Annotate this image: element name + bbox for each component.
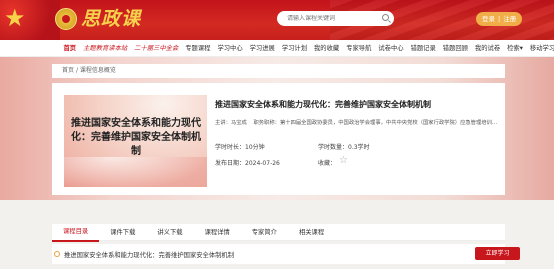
nav-item-mobile-learning[interactable]: 移动学习 <box>526 40 554 57</box>
nav-item-wrong-records[interactable]: 错题记录 <box>407 40 439 57</box>
auth-separator: | <box>498 15 501 23</box>
nav-item-theme-education[interactable]: 主题教育读本站 <box>80 40 131 57</box>
nav-item-special-courses[interactable]: 专题课程 <box>182 40 214 57</box>
course-duration: 学时时长：10分钟 <box>215 144 265 151</box>
lesson-title[interactable]: 推进国家安全体系和能力现代化：完善维护国家安全体制机制 <box>64 250 234 259</box>
star-icon: ★ <box>4 4 26 32</box>
breadcrumb-separator: / <box>75 67 78 74</box>
nav-item-my-exams[interactable]: 我的试卷 <box>471 40 503 57</box>
thumbnail-title: 推进国家安全体系和能力现代化：完善维护国家安全体制机制 <box>71 118 201 157</box>
register-link[interactable]: 注册 <box>503 12 516 26</box>
auth-buttons: 登录 | 注册 <box>476 12 523 26</box>
course-title: 推进国家安全体系和能力现代化：完善维护国家安全体制机制 <box>215 100 431 109</box>
course-publish-date: 发布日期：2024-07-26 <box>215 160 280 167</box>
search-input[interactable] <box>287 15 377 22</box>
search-icon[interactable] <box>382 14 389 21</box>
tab-course-details[interactable]: 课程详情 <box>194 224 241 241</box>
course-credit: 学时数量：0.3学时 <box>318 144 370 151</box>
tab-expert-intro[interactable]: 专家简介 <box>241 224 288 241</box>
breadcrumb: 首页 / 课程信息概览 <box>52 64 505 78</box>
course-tabs: 课程目录 课件下载 讲义下载 课程详情 专家简介 相关课程 <box>52 223 505 242</box>
nav-item-search[interactable]: 检索▾ <box>504 40 527 57</box>
favorite-label: 收藏： <box>318 160 337 167</box>
tab-handout-download[interactable]: 讲义下载 <box>146 224 193 241</box>
party-emblem-icon <box>55 8 77 30</box>
breadcrumb-home[interactable]: 首页 <box>62 67 74 74</box>
course-speaker: 主讲：马宝成 <box>215 120 247 126</box>
tab-course-catalog[interactable]: 课程目录 <box>52 223 100 242</box>
nav-item-learning-plan[interactable]: 学习计划 <box>278 40 310 57</box>
nav-item-wrong-review[interactable]: 错题回顾 <box>439 40 471 57</box>
site-logo[interactable]: 思政课 <box>81 7 141 31</box>
nav-item-experts[interactable]: 专家导航 <box>343 40 375 57</box>
nav-item-home[interactable]: 首页 <box>60 40 80 57</box>
course-thumbnail[interactable]: 推进国家安全体系和能力现代化：完善维护国家安全体制机制 <box>64 95 207 187</box>
nav-item-exam-center[interactable]: 试卷中心 <box>375 40 407 57</box>
login-link[interactable]: 登录 <box>482 12 495 26</box>
favorite-star-icon[interactable]: ☆ <box>339 155 348 167</box>
breadcrumb-current: 课程信息概览 <box>79 67 116 74</box>
nav-item-my-favorites[interactable]: 我的收藏 <box>311 40 343 57</box>
search-box[interactable] <box>277 11 394 26</box>
start-learning-button[interactable]: 立即学习 <box>475 247 520 260</box>
lesson-status-icon <box>54 251 60 257</box>
main-nav: 首页 主题教育读本站 二十届三中全会 专题课程 学习中心 学习进展 学习计划 我… <box>0 40 554 57</box>
nav-item-learning-progress[interactable]: 学习进展 <box>246 40 278 57</box>
nav-item-learning-center[interactable]: 学习中心 <box>214 40 246 57</box>
tab-courseware-download[interactable]: 课件下载 <box>99 224 146 241</box>
course-meta: 主讲：马宝成 职务职称：第十四届全国政协委员，中国政治学会理事，中共中央党校（国… <box>215 118 500 126</box>
course-speaker-position: 职务职称：第十四届全国政协委员，中国政治学会理事，中共中央党校（国家行政学院）应… <box>253 120 498 126</box>
nav-item-third-plenum[interactable]: 二十届三中全会 <box>131 40 182 57</box>
tab-related-courses[interactable]: 相关课程 <box>288 224 335 241</box>
